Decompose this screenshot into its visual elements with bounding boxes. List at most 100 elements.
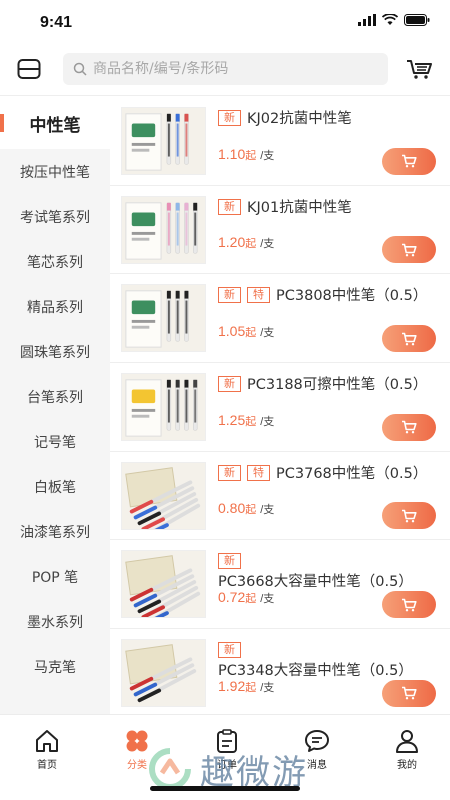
cart-icon bbox=[402, 509, 417, 523]
product-title-block[interactable]: 新 KJ02抗菌中性笔 bbox=[218, 109, 438, 129]
home-indicator bbox=[150, 786, 300, 791]
product-price: 0.72 bbox=[218, 589, 246, 606]
product-item[interactable]: 新特 PC3768中性笔（0.5） 0.80起/支 bbox=[110, 452, 450, 541]
search-input[interactable] bbox=[93, 61, 373, 77]
add-to-cart-button[interactable] bbox=[382, 147, 436, 175]
product-item[interactable]: 新 PC3348大容量中性笔（0.5） 1.92起/支 bbox=[110, 629, 450, 714]
product-price-unit: /支 bbox=[260, 327, 275, 340]
sidebar-category-item[interactable]: POP 笔 bbox=[0, 554, 110, 599]
product-item[interactable]: 新 PC3668大容量中性笔（0.5） 0.72起/支 bbox=[110, 540, 450, 630]
cart-icon bbox=[402, 243, 417, 257]
product-price-block: 1.05起/支 bbox=[218, 323, 274, 340]
sidebar-category-item[interactable]: 中性笔 bbox=[0, 97, 110, 149]
signal-icon bbox=[358, 14, 376, 26]
product-tag-badge: 新 bbox=[218, 464, 241, 481]
tab-home-label: 首页 bbox=[37, 760, 57, 771]
tab-category-label: 分类 bbox=[127, 760, 147, 771]
product-tag-badge: 新 bbox=[218, 287, 241, 304]
add-to-cart-button[interactable] bbox=[382, 413, 436, 441]
product-item[interactable]: 新 PC3188可擦中性笔（0.5） 1.25起/支 bbox=[110, 363, 450, 452]
cart-icon bbox=[402, 598, 417, 612]
tab-mine-label: 我的 bbox=[397, 760, 417, 771]
product-title-block[interactable]: 新特 PC3808中性笔（0.5） bbox=[218, 286, 438, 306]
tab-messages-label: 消息 bbox=[307, 760, 327, 771]
sidebar-category-item[interactable]: 记号笔 bbox=[0, 419, 110, 464]
product-item[interactable]: 新 KJ02抗菌中性笔 1.10起/支 bbox=[110, 97, 450, 186]
product-image[interactable] bbox=[121, 107, 206, 175]
product-tag-badge: 新 bbox=[218, 376, 241, 393]
product-price: 0.80 bbox=[218, 500, 246, 517]
product-tag-badge: 特 bbox=[247, 464, 270, 481]
cart-icon bbox=[402, 420, 417, 434]
product-price-suffix: 起 bbox=[245, 327, 257, 340]
add-to-cart-button[interactable] bbox=[382, 679, 436, 707]
sidebar-category-item[interactable]: 油漆笔系列 bbox=[0, 509, 110, 554]
add-to-cart-button[interactable] bbox=[382, 502, 436, 530]
product-title: PC3808中性笔（0.5） bbox=[276, 288, 428, 305]
home-icon bbox=[36, 730, 58, 752]
cart-icon bbox=[402, 154, 417, 168]
product-image[interactable] bbox=[121, 461, 206, 530]
product-title: PC3348大容量中性笔（0.5） bbox=[218, 663, 413, 680]
product-price-block: 0.72起/支 bbox=[218, 589, 274, 606]
cart-button[interactable] bbox=[404, 54, 436, 84]
product-price-suffix: 起 bbox=[245, 149, 257, 162]
product-price-suffix: 起 bbox=[245, 238, 257, 251]
cart-icon bbox=[402, 332, 417, 345]
sidebar-category-item[interactable]: 马克笔 bbox=[0, 644, 110, 689]
sidebar-category-item[interactable]: 精品系列 bbox=[0, 284, 110, 329]
product-image[interactable] bbox=[121, 639, 206, 708]
sidebar-category-item[interactable]: 白板笔 bbox=[0, 464, 110, 509]
category-sidebar: 中性笔 按压中性笔 考试笔系列 笔芯系列 精品系列 圆珠笔系列 台笔系列 记号笔 白板笔 油漆笔系… bbox=[0, 97, 110, 714]
product-item[interactable]: 新特 PC3808中性笔（0.5） 1.05起/支 bbox=[110, 274, 450, 364]
sidebar-category-item[interactable]: 笔芯系列 bbox=[0, 239, 110, 284]
product-tag-badge: 特 bbox=[247, 287, 270, 304]
sidebar-category-item[interactable]: 台笔系列 bbox=[0, 374, 110, 419]
add-to-cart-button[interactable] bbox=[382, 236, 436, 264]
category-icon bbox=[126, 730, 148, 752]
product-image[interactable] bbox=[121, 195, 206, 264]
product-title-block[interactable]: 新 KJ01抗菌中性笔 bbox=[218, 198, 438, 218]
message-icon bbox=[305, 730, 329, 752]
product-price: 1.92 bbox=[218, 677, 246, 694]
product-price-block: 1.20起/支 bbox=[218, 234, 274, 251]
search-box[interactable] bbox=[63, 53, 388, 85]
product-price-unit: /支 bbox=[260, 504, 275, 517]
product-title-block[interactable]: 新 PC3188可擦中性笔（0.5） bbox=[218, 375, 438, 395]
tab-home[interactable]: 首页 bbox=[12, 729, 82, 771]
sidebar-category-item[interactable]: 考试笔系列 bbox=[0, 194, 110, 239]
product-price-unit: /支 bbox=[260, 149, 275, 162]
product-title-block[interactable]: 新 PC3668大容量中性笔（0.5） bbox=[218, 552, 438, 592]
sidebar-category-item[interactable]: 圆珠笔系列 bbox=[0, 329, 110, 374]
product-image[interactable] bbox=[121, 284, 206, 353]
product-price-block: 1.92起/支 bbox=[218, 678, 274, 695]
product-tag-badge: 新 bbox=[218, 198, 241, 215]
product-list: 新 KJ02抗菌中性笔 1.10起/支新 KJ01抗菌中性笔 1.20起/支新特 PC38… bbox=[110, 97, 450, 714]
product-image[interactable] bbox=[121, 373, 206, 442]
product-price: 1.25 bbox=[218, 411, 246, 428]
product-price-suffix: 起 bbox=[245, 504, 257, 517]
product-title-block[interactable]: 新特 PC3768中性笔（0.5） bbox=[218, 464, 438, 484]
add-to-cart-button[interactable] bbox=[382, 325, 436, 353]
product-price-unit: /支 bbox=[260, 681, 275, 694]
product-price-suffix: 起 bbox=[245, 415, 257, 428]
product-price-block: 0.80起/支 bbox=[218, 500, 274, 517]
cart-icon bbox=[407, 60, 432, 79]
sidebar-category-item[interactable]: 按压中性笔 bbox=[0, 149, 110, 194]
product-item[interactable]: 新 KJ01抗菌中性笔 1.20起/支 bbox=[110, 186, 450, 275]
tab-messages[interactable]: 消息 bbox=[282, 729, 352, 771]
product-image[interactable] bbox=[121, 550, 206, 619]
product-price: 1.05 bbox=[218, 323, 246, 340]
status-bar: 9:41 bbox=[0, 0, 450, 44]
product-title-block[interactable]: 新 PC3348大容量中性笔（0.5） bbox=[218, 641, 438, 681]
tab-category[interactable]: 分类 bbox=[102, 729, 172, 771]
add-to-cart-button[interactable] bbox=[382, 591, 436, 619]
product-title: PC3668大容量中性笔（0.5） bbox=[218, 574, 413, 591]
tab-orders[interactable]: 订单 bbox=[192, 729, 262, 771]
product-price-unit: /支 bbox=[260, 593, 275, 606]
menu-icon bbox=[17, 59, 41, 79]
sidebar-category-item[interactable]: 墨水系列 bbox=[0, 599, 110, 644]
tab-mine[interactable]: 我的 bbox=[372, 729, 442, 771]
menu-button[interactable] bbox=[14, 54, 44, 84]
product-tag-badge: 新 bbox=[218, 642, 241, 659]
